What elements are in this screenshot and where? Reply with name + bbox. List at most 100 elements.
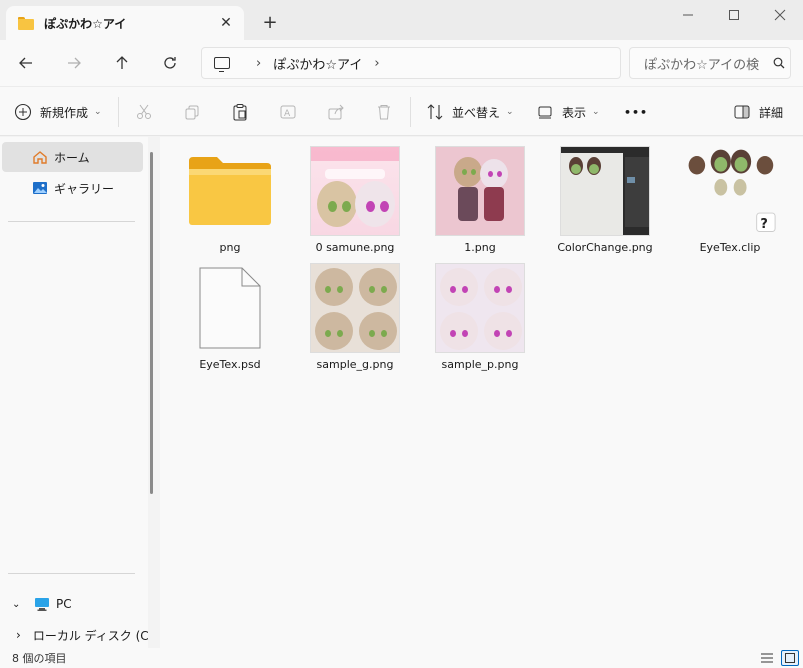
chevron-down-icon[interactable]: ⌄ [12, 599, 26, 610]
chevron-down-icon: ⌄ [94, 107, 102, 117]
delete-button[interactable] [370, 99, 398, 125]
arrow-right-icon [68, 57, 81, 69]
arrow-up-icon [116, 56, 128, 69]
details-pane-icon [734, 105, 750, 119]
navigation-bar: › ぽぷかわ☆アイ › ぽぷかわ☆アイの検 [0, 40, 803, 86]
title-bar: ぽぷかわ☆アイ ✕ + [0, 0, 803, 40]
breadcrumb-item[interactable]: ぽぷかわ☆アイ [273, 54, 362, 73]
file-item[interactable]: sample_g.png [300, 262, 410, 371]
tab-current[interactable]: ぽぷかわ☆アイ ✕ [6, 6, 244, 40]
home-icon [33, 151, 47, 164]
sort-label: 並べ替え [452, 105, 501, 120]
computer-icon [214, 57, 230, 72]
sidebar-item-label: PC [56, 597, 72, 611]
search-input[interactable]: ぽぷかわ☆アイの検 [644, 54, 768, 73]
file-name: 1.png [464, 241, 496, 254]
file-name: 0 samune.png [315, 241, 395, 254]
refresh-icon [164, 57, 176, 69]
view-button[interactable]: 表示 ⌄ [536, 99, 600, 125]
file-name: EyeTex.psd [199, 358, 261, 371]
plus-circle-icon [14, 103, 32, 121]
sidebar-item-home[interactable]: ホーム [2, 142, 143, 172]
details-view-button[interactable] [758, 650, 776, 666]
new-tab-button[interactable]: + [258, 10, 282, 34]
image-thumbnail [434, 262, 526, 354]
refresh-button[interactable] [156, 49, 184, 77]
minimize-icon [683, 14, 693, 16]
large-icons-view-button[interactable] [781, 650, 799, 666]
maximize-icon [729, 10, 739, 20]
new-button[interactable]: 新規作成 ⌄ [14, 99, 102, 125]
copy-icon [185, 105, 199, 120]
share-icon [328, 104, 344, 120]
close-icon [774, 9, 786, 21]
sidebar-item-label: ホーム [54, 150, 90, 165]
image-thumbnail [309, 145, 401, 237]
details-label: 詳細 [759, 105, 784, 120]
file-name: sample_g.png [316, 358, 394, 371]
search-box[interactable]: ぽぷかわ☆アイの検 [629, 47, 791, 79]
trash-icon [378, 105, 390, 120]
file-item[interactable]: sample_p.png [425, 262, 535, 371]
search-icon [768, 57, 790, 69]
file-item[interactable]: ColorChange.png [550, 145, 660, 254]
file-name: sample_p.png [441, 358, 519, 371]
paste-button[interactable] [226, 99, 254, 125]
address-bar[interactable]: › ぽぷかわ☆アイ › [201, 47, 621, 79]
sidebar-item-pc[interactable]: ⌄ PC [2, 589, 143, 619]
sidebar-scrollbar[interactable] [150, 152, 153, 494]
file-item[interactable]: ? EyeTex.clip [675, 145, 785, 254]
rename-icon: A [280, 105, 296, 119]
arrow-left-icon [19, 57, 32, 69]
status-bar: 8 個の項目 [0, 648, 803, 668]
up-button[interactable] [108, 49, 136, 77]
cut-button[interactable] [130, 99, 158, 125]
image-thumbnail: ? [684, 145, 776, 237]
share-button[interactable] [322, 99, 350, 125]
new-label: 新規作成 [40, 105, 89, 120]
svg-text:A: A [284, 109, 291, 119]
more-options-button[interactable]: ••• [624, 99, 648, 125]
back-button[interactable] [12, 49, 40, 77]
view-label: 表示 [562, 105, 587, 120]
tiles-view-icon [785, 653, 795, 663]
command-bar: 新規作成 ⌄ A 並べ替え ⌄ 表示 ⌄ ••• 詳細 [0, 86, 803, 136]
scissors-icon [137, 104, 151, 119]
folder-icon [18, 16, 34, 30]
svg-text:?: ? [760, 217, 767, 232]
chevron-right-icon[interactable]: › [374, 56, 379, 71]
details-button[interactable]: 詳細 [733, 99, 783, 125]
sidebar-item-gallery[interactable]: ギャラリー [2, 173, 143, 203]
folder-icon [184, 145, 276, 237]
sidebar-divider [8, 221, 135, 222]
minimize-button[interactable] [665, 0, 711, 30]
rename-button[interactable]: A [274, 99, 302, 125]
file-list: png 0 samune.png 1.png ColorChange.png ?… [160, 137, 803, 648]
file-item[interactable]: png [175, 145, 285, 254]
chevron-right-icon[interactable]: › [16, 628, 21, 642]
image-thumbnail [559, 145, 651, 237]
forward-button[interactable] [60, 49, 88, 77]
image-thumbnail [309, 262, 401, 354]
file-item[interactable]: EyeTex.psd [175, 262, 285, 371]
file-item[interactable]: 1.png [425, 145, 535, 254]
sidebar-item-local-disk[interactable]: › ローカル ディスク (C [2, 620, 148, 650]
toolbar-divider [410, 97, 411, 127]
copy-button[interactable] [178, 99, 206, 125]
close-window-button[interactable] [757, 0, 803, 30]
gallery-icon [33, 182, 47, 194]
maximize-button[interactable] [711, 0, 757, 30]
tab-close-button[interactable]: ✕ [214, 11, 238, 35]
document-icon [184, 262, 276, 354]
file-name: EyeTex.clip [699, 241, 761, 254]
sidebar-item-label: ローカル ディスク (C [32, 628, 148, 643]
item-count: 8 個の項目 [12, 652, 67, 665]
navigation-pane: ホーム ギャラリー ⌄ PC › ローカル ディスク (C [0, 137, 148, 648]
sidebar-item-label: ギャラリー [54, 181, 115, 196]
sort-icon [427, 104, 443, 120]
view-icon [538, 106, 552, 119]
file-name: ColorChange.png [557, 241, 653, 254]
file-item[interactable]: 0 samune.png [300, 145, 410, 254]
sort-button[interactable]: 並べ替え ⌄ [426, 99, 514, 125]
computer-icon [35, 598, 49, 611]
